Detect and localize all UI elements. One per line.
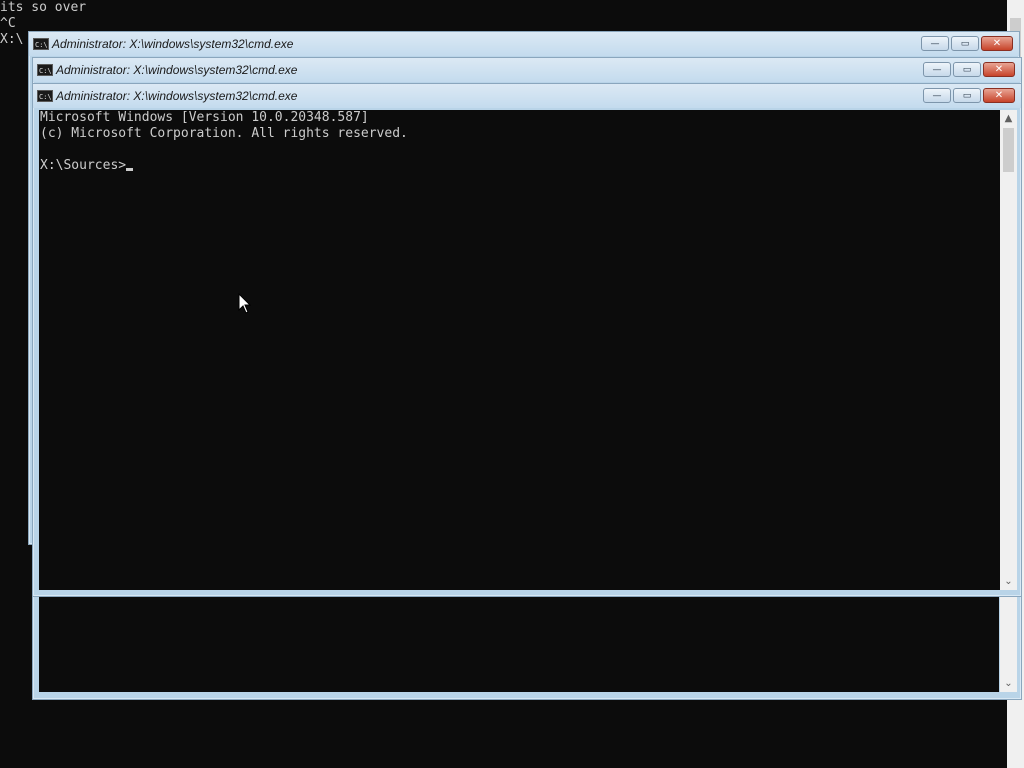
close-button[interactable]: ✕ (983, 62, 1015, 77)
window-title: Administrator: X:\windows\system32\cmd.e… (56, 63, 298, 77)
console-line: (c) Microsoft Corporation. All rights re… (40, 126, 408, 141)
close-button[interactable]: ✕ (981, 36, 1013, 51)
vertical-scrollbar[interactable]: ▲ ⌄ (1000, 110, 1017, 590)
console-line: its so over (0, 0, 87, 15)
vertical-scrollbar[interactable]: ⌄ (1000, 595, 1017, 692)
cmd-icon: C:\ (37, 64, 53, 76)
window-titlebar[interactable]: C:\ Administrator: X:\windows\system32\c… (33, 84, 1021, 108)
scrollbar-thumb[interactable] (1003, 128, 1014, 172)
command-prompt: X:\Sources> (40, 158, 127, 173)
maximize-button[interactable]: ▭ (953, 88, 981, 103)
minimize-button[interactable]: — (923, 88, 951, 103)
console-area[interactable]: Microsoft Windows [Version 10.0.20348.58… (39, 110, 1000, 590)
minimize-button[interactable]: — (923, 62, 951, 77)
scroll-up-arrow-icon[interactable]: ▲ (1000, 110, 1017, 127)
scroll-down-arrow-icon[interactable]: ⌄ (1000, 675, 1017, 692)
window-title: Administrator: X:\windows\system32\cmd.e… (56, 89, 298, 103)
scroll-down-arrow-icon[interactable]: ⌄ (1000, 573, 1017, 590)
desktop-screen: its so over ^C X:\ C:\ Administrator: X:… (0, 0, 1024, 768)
text-cursor (126, 168, 134, 171)
window-titlebar[interactable]: C:\ Administrator: X:\windows\system32\c… (29, 32, 1019, 56)
console-line: Microsoft Windows [Version 10.0.20348.58… (40, 110, 369, 125)
cmd-window-front[interactable]: C:\ Administrator: X:\windows\system32\c… (32, 83, 1022, 597)
console-line: ^C (0, 16, 16, 31)
cmd-icon: C:\ (37, 90, 53, 102)
close-button[interactable]: ✕ (983, 88, 1015, 103)
prompt-line[interactable]: X:\Sources> (39, 158, 1000, 174)
console-area[interactable] (39, 595, 999, 692)
maximize-button[interactable]: ▭ (953, 62, 981, 77)
mouse-pointer-icon (238, 293, 252, 314)
window-titlebar[interactable]: C:\ Administrator: X:\windows\system32\c… (33, 58, 1021, 82)
maximize-button[interactable]: ▭ (951, 36, 979, 51)
window-title: Administrator: X:\windows\system32\cmd.e… (52, 37, 294, 51)
minimize-button[interactable]: — (921, 36, 949, 51)
cmd-icon: C:\ (33, 38, 49, 50)
